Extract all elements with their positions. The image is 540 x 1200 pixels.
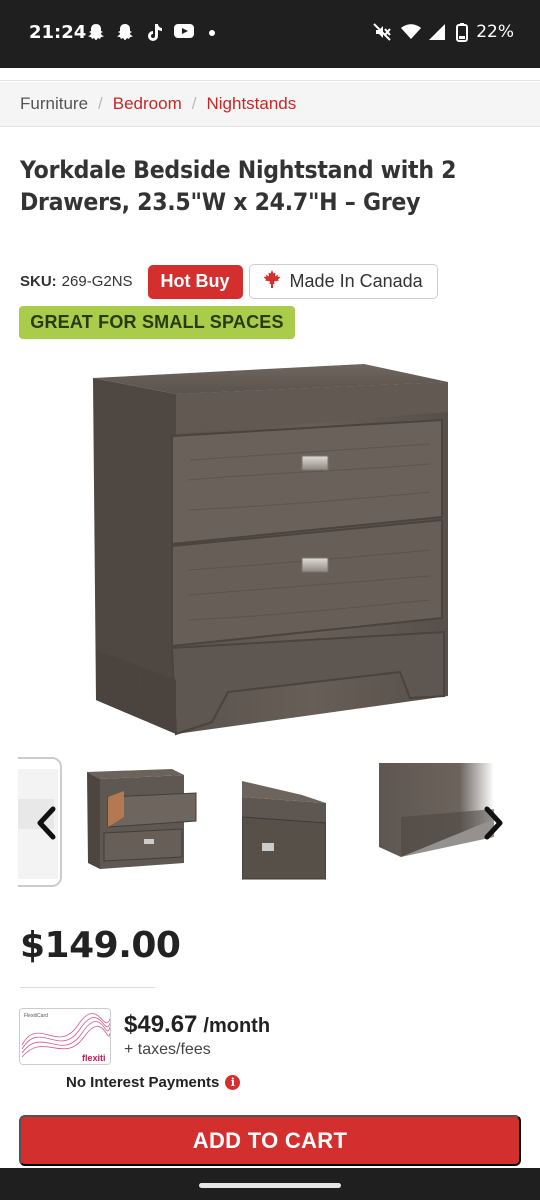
thumbnail-gallery: [0, 757, 540, 889]
sku-row: SKU: 269-G2NS Hot Buy Made In Canada: [20, 264, 438, 299]
thumbnail-drawer-open[interactable]: [84, 757, 202, 887]
chevron-left-icon[interactable]: [26, 801, 66, 845]
product-title: Yorkdale Bedside Nightstand with 2 Drawe…: [20, 156, 457, 216]
feature-tag: GREAT FOR SMALL SPACES: [19, 306, 295, 339]
signal-icon: [428, 22, 448, 42]
flexiti-logo: flexiti: [82, 1053, 106, 1063]
breadcrumb: Furniture / Bedroom / Nightstands: [0, 82, 540, 127]
monthly-unit: /month: [203, 1015, 271, 1037]
breadcrumb-nightstands[interactable]: Nightstands: [206, 94, 296, 114]
breadcrumb-separator: /: [191, 94, 197, 113]
product-main-image[interactable]: [80, 350, 460, 750]
divider: [20, 987, 155, 988]
taxes-note: + taxes/fees: [124, 1041, 211, 1058]
monthly-amount: $49.67: [124, 1011, 198, 1038]
thumbnail-corner-detail[interactable]: [241, 757, 327, 887]
no-interest-label: No Interest Payments: [66, 1074, 220, 1091]
card-label: FlexitiCard: [24, 1013, 48, 1019]
mute-icon: [372, 22, 392, 42]
flexiti-card-image: FlexitiCard flexiti: [19, 1008, 111, 1065]
dot-icon: [202, 22, 222, 42]
wifi-icon: [400, 22, 422, 42]
status-time: 21:24: [29, 22, 87, 43]
snapchat-icon: [115, 22, 135, 42]
add-to-cart-button[interactable]: ADD TO CART: [19, 1115, 521, 1166]
tiktok-icon: [144, 22, 164, 42]
youtube-icon: [173, 22, 194, 42]
snapchat-icon: [86, 22, 106, 42]
sku-label: SKU:: [20, 273, 57, 290]
notification-icons: [86, 22, 222, 42]
system-nav-bar: [0, 1168, 540, 1200]
breadcrumb-separator: /: [98, 94, 103, 113]
monthly-payment: $49.67 /month: [124, 1011, 270, 1039]
breadcrumb-furniture[interactable]: Furniture: [20, 94, 88, 114]
no-interest-payments[interactable]: No Interest Payments i: [66, 1074, 241, 1091]
hot-buy-badge: Hot Buy: [147, 264, 243, 299]
chevron-right-icon[interactable]: [474, 801, 514, 845]
home-gesture-handle[interactable]: [199, 1183, 341, 1188]
status-bar: 21:24 22%: [0, 0, 540, 68]
header-edge: [0, 68, 540, 81]
system-status: 22%: [372, 22, 514, 42]
battery-percent: 22%: [476, 22, 514, 42]
info-icon[interactable]: i: [225, 1075, 241, 1090]
sku-value: 269-G2NS: [61, 273, 133, 290]
made-in-canada-label: Made In Canada: [289, 271, 423, 291]
breadcrumb-bedroom[interactable]: Bedroom: [113, 94, 182, 114]
maple-leaf-icon: [262, 269, 282, 294]
product-price: $149.00: [20, 925, 181, 966]
made-in-canada-badge: Made In Canada: [248, 264, 438, 299]
battery-icon: [456, 22, 469, 42]
